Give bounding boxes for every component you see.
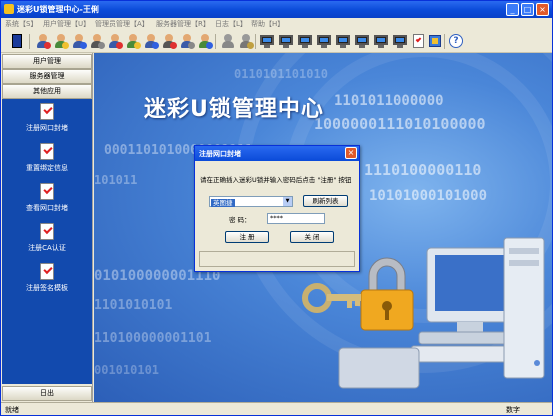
admin-edit-icon[interactable] — [161, 33, 177, 49]
book-icon[interactable] — [9, 33, 25, 49]
sidebar-item-view-port-block[interactable]: 查看网口封堵 — [2, 183, 92, 223]
monitor-search-icon[interactable] — [335, 33, 351, 49]
dialog-title[interactable]: 注册网口封堵 — [195, 146, 359, 161]
sidebar-item-label: 注册签名模板 — [26, 284, 68, 292]
admin-settings-icon[interactable] — [179, 33, 195, 49]
monitor-lock-icon[interactable] — [316, 33, 332, 49]
key-user-icon[interactable] — [238, 33, 254, 49]
device-select-value: 英图捷 — [211, 199, 235, 207]
sidebar-item-reset-binding[interactable]: 重置绑定信息 — [2, 143, 92, 183]
admin-search-icon[interactable] — [143, 33, 159, 49]
sidebar-item-label: 注册网口封堵 — [26, 124, 68, 132]
menu-user-management[interactable]: 用户管理【U】 — [43, 19, 90, 29]
monitor-settings-icon[interactable] — [354, 33, 370, 49]
sidebar-item-label: 查看网口封堵 — [26, 204, 68, 212]
sidebar-user-management[interactable]: 用户管理 — [2, 54, 92, 69]
banner-title: 迷彩U锁管理中心 — [144, 97, 324, 122]
help-icon[interactable]: ? — [448, 33, 464, 49]
refresh-list-button[interactable]: 刷新列表 — [303, 195, 348, 207]
status-text: 就绪 — [5, 406, 19, 414]
sidebar: 用户管理 服务器管理 其他应用 注册网口封堵 重置绑定信息 查看网口封堵 注册C… — [1, 53, 93, 402]
checklist-icon — [40, 263, 54, 280]
log-icon[interactable] — [427, 33, 443, 49]
user-key-icon[interactable] — [125, 33, 141, 49]
checklist-icon — [40, 223, 54, 240]
minimize-button[interactable]: _ — [506, 3, 519, 16]
monitor-add-icon[interactable] — [278, 33, 294, 49]
user-remove-icon[interactable] — [107, 33, 123, 49]
monitor-icon[interactable] — [259, 33, 275, 49]
status-numlock: 数字 — [506, 406, 520, 414]
chevron-down-icon[interactable]: ▼ — [283, 197, 292, 206]
menu-admin-management[interactable]: 管理员管理【A】 — [95, 19, 149, 29]
password-label: 密 码： — [229, 216, 251, 224]
close-button[interactable]: × — [536, 3, 549, 16]
user-delete-icon[interactable] — [35, 33, 51, 49]
register-button[interactable]: 注 册 — [225, 231, 269, 243]
window-title: 迷彩U锁管理中心-王俐 — [17, 5, 99, 14]
admin-list-icon[interactable] — [197, 33, 213, 49]
monitor-remove-icon[interactable] — [373, 33, 389, 49]
menu-system[interactable]: 系统【S】 — [5, 19, 37, 29]
dialog-cancel-button[interactable]: 关 闭 — [290, 231, 334, 243]
dialog-close-button[interactable]: × — [345, 147, 357, 159]
sidebar-item-register-signature[interactable]: 注册签名模板 — [2, 263, 92, 303]
sidebar-item-label: 重置绑定信息 — [26, 164, 68, 172]
sidebar-other-apps[interactable]: 其他应用 — [2, 84, 92, 99]
status-bar: 就绪 数字 — [1, 402, 552, 415]
checklist-icon — [40, 103, 54, 120]
sidebar-item-label: 注册CA认证 — [28, 244, 66, 252]
sidebar-panel: 注册网口封堵 重置绑定信息 查看网口封堵 注册CA认证 注册签名模板 — [2, 99, 92, 384]
app-window: 迷彩U锁管理中心-王俐 _ □ × 系统【S】 用户管理【U】 管理员管理【A】… — [0, 0, 553, 416]
menu-help[interactable]: 帮助【H】 — [251, 19, 284, 29]
monitor-list-icon[interactable] — [392, 33, 408, 49]
menu-log[interactable]: 日志【L】 — [215, 19, 247, 29]
user-edit-icon[interactable] — [53, 33, 69, 49]
title-bar[interactable]: 迷彩U锁管理中心-王俐 _ □ × — [1, 1, 552, 18]
app-icon — [4, 4, 14, 14]
checklist-icon — [40, 183, 54, 200]
user-lock-icon[interactable] — [89, 33, 105, 49]
checklist-icon — [40, 143, 54, 160]
menu-server-management[interactable]: 服务器管理【R】 — [156, 19, 210, 29]
checklist-icon[interactable] — [410, 33, 426, 49]
toolbar: ? — [1, 30, 552, 53]
menu-bar: 系统【S】 用户管理【U】 管理员管理【A】 服务器管理【R】 日志【L】 帮助… — [1, 18, 552, 30]
user-search-icon[interactable] — [71, 33, 87, 49]
password-field[interactable]: **** — [267, 213, 325, 224]
sidebar-logout[interactable]: 日出 — [2, 386, 92, 401]
device-select[interactable]: 英图捷 ▼ — [209, 196, 293, 207]
person-gray-icon[interactable] — [220, 33, 236, 49]
dialog-message: 请在正确插入迷彩U锁并输入密码后点击 "注册" 按钮 — [200, 176, 352, 184]
register-port-block-dialog: 注册网口封堵 × 请在正确插入迷彩U锁并输入密码后点击 "注册" 按钮 英图捷 … — [194, 145, 360, 272]
sidebar-server-management[interactable]: 服务器管理 — [2, 69, 92, 84]
sidebar-item-register-port-block[interactable]: 注册网口封堵 — [2, 103, 92, 143]
sidebar-item-register-ca[interactable]: 注册CA认证 — [2, 223, 92, 263]
monitor-edit-icon[interactable] — [297, 33, 313, 49]
dialog-status-area — [199, 251, 355, 267]
maximize-button[interactable]: □ — [521, 3, 534, 16]
